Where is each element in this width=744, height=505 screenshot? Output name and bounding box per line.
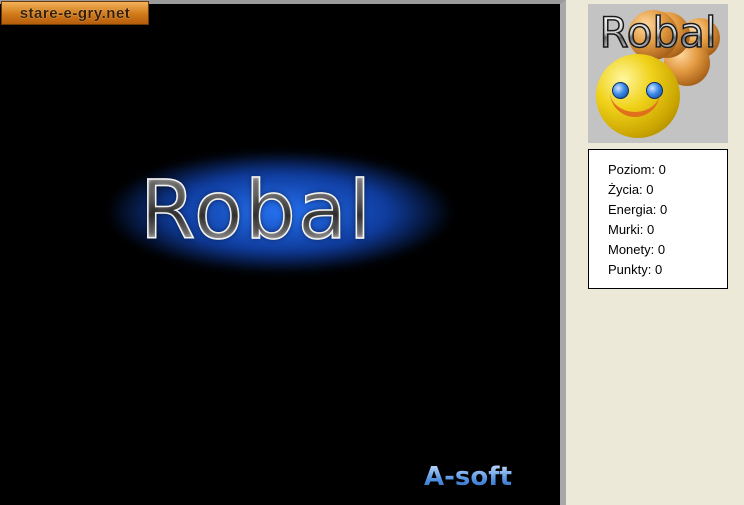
stat-label: Punkty: [608, 262, 652, 277]
mouth-icon [610, 84, 660, 117]
stat-label: Energia: [608, 202, 657, 217]
stat-energy: Energia: 0 [608, 200, 727, 220]
stat-points: Punkty: 0 [608, 260, 727, 280]
logo-text: Robal [590, 9, 726, 57]
game-viewport[interactable]: Robal A-soft [0, 0, 566, 505]
smiley-face-icon [596, 54, 680, 138]
stat-value: 0 [660, 202, 668, 217]
game-logo: Robal [588, 4, 728, 143]
stat-level: Poziom: 0 [608, 160, 727, 180]
stat-label: Murki: [608, 222, 644, 237]
stat-label: Życia: [608, 182, 643, 197]
stat-label: Monety: [608, 242, 655, 257]
stat-value: 0 [646, 182, 654, 197]
stat-value: 0 [654, 262, 663, 277]
publisher-logo: A-soft [424, 462, 512, 492]
stat-coins: Monety: 0 [608, 240, 727, 260]
site-watermark: stare-e-gry.net [1, 1, 149, 25]
stat-lives: Życia: 0 [608, 180, 727, 200]
stat-walls: Murki: 0 [608, 220, 727, 240]
stat-value: 0 [657, 242, 666, 257]
game-title: Robal [139, 165, 430, 257]
stat-label: Poziom: [608, 162, 655, 177]
stat-value: 0 [658, 162, 666, 177]
stats-panel: Poziom: 0 Życia: 0 Energia: 0 Murki: 0 M… [588, 149, 728, 289]
stat-value: 0 [647, 222, 655, 237]
